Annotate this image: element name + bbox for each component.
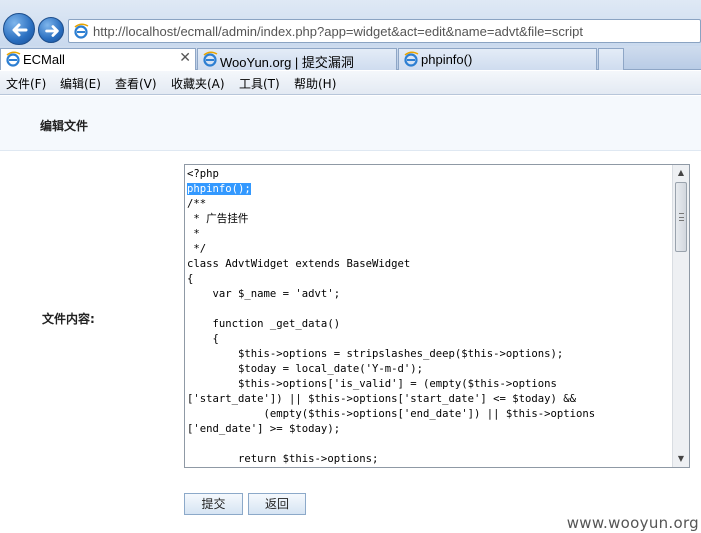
code-line: var $_name = 'advt'; <box>187 287 673 302</box>
code-text-segment: { <box>187 333 219 345</box>
tab-wooyun[interactable]: WooYun.org | 提交漏洞 <box>197 48 397 70</box>
code-text-segment: $this->options['is_valid'] = (empty($thi… <box>187 378 557 390</box>
menu-tools[interactable]: 工具(T) <box>239 75 280 92</box>
ie-page-icon <box>74 23 89 39</box>
code-line: (empty($this->options['end_date']) || $t… <box>187 407 673 422</box>
code-line: * <box>187 227 673 242</box>
code-line: $this->options['is_valid'] = (empty($thi… <box>187 377 673 392</box>
page-title: 编辑文件 <box>40 119 89 133</box>
new-tab-button[interactable] <box>598 48 624 70</box>
code-line: { <box>187 332 673 347</box>
back-button[interactable] <box>3 13 35 45</box>
back-arrow-icon <box>12 23 28 37</box>
close-icon[interactable]: ✕ <box>179 50 191 66</box>
menu-edit[interactable]: 编辑(E) <box>60 75 101 92</box>
code-line: /** <box>187 197 673 212</box>
menu-favorites[interactable]: 收藏夹(A) <box>171 75 225 92</box>
code-line: $today = local_date('Y-m-d'); <box>187 362 673 377</box>
ie-page-icon <box>6 51 21 67</box>
code-text-segment: var $_name = 'advt'; <box>187 288 341 300</box>
code-line: return $this->options; <box>187 452 673 465</box>
menu-bar: 文件(F) 编辑(E) 查看(V) 收藏夹(A) 工具(T) 帮助(H) <box>0 71 701 95</box>
tab-label: ECMall <box>23 52 65 67</box>
code-line: * 广告挂件 <box>187 212 673 227</box>
code-line: ['end_date'] >= $today); <box>187 422 673 437</box>
submit-button[interactable]: 提交 <box>184 493 243 515</box>
tab-ecmall[interactable]: ECMall ✕ <box>0 48 196 70</box>
tab-phpinfo[interactable]: phpinfo() <box>398 48 597 70</box>
ie-page-icon <box>404 51 419 67</box>
scroll-up-icon[interactable]: ▲ <box>673 165 689 181</box>
file-content-textarea[interactable]: <?php phpinfo(); /** * 广告挂件 * */ class Advt… <box>184 164 690 468</box>
address-url[interactable]: http://localhost/ecmall/admin/index.php?… <box>93 24 583 39</box>
tab-label: phpinfo() <box>421 52 473 67</box>
watermark: www.wooyun.org <box>566 514 699 532</box>
navigation-bar: http://localhost/ecmall/admin/index.php?… <box>0 0 701 46</box>
code-text-segment: <?php <box>187 168 219 180</box>
code-text-segment: $this->options = stripslashes_deep($this… <box>187 348 564 360</box>
tab-bar: ECMall ✕ WooYun.org | 提交漏洞 phpinfo() <box>0 46 701 70</box>
code-line: { <box>187 272 673 287</box>
back-button-form[interactable]: 返回 <box>248 493 306 515</box>
code-text-segment: * 广告挂件 <box>187 213 249 225</box>
code-text-segment: class AdvtWidget extends BaseWidget <box>187 258 411 270</box>
ie-page-icon <box>203 51 218 67</box>
menu-help[interactable]: 帮助(H) <box>294 75 336 92</box>
code-line: function _get_data() <box>187 317 673 332</box>
code-line: phpinfo(); <box>187 182 673 197</box>
tab-label: WooYun.org | 提交漏洞 <box>220 55 354 70</box>
edit-form: 文件内容: <?php phpinfo(); /** * 广告挂件 * */ clas… <box>0 152 701 533</box>
code-text-segment: */ <box>187 243 207 255</box>
code-line: */ <box>187 242 673 257</box>
code-text-segment: { <box>187 273 194 285</box>
code-text-segment: ['start_date']) || $this->options['start… <box>187 393 577 405</box>
code-text-segment: /** <box>187 198 207 210</box>
scroll-down-icon[interactable]: ▼ <box>673 451 689 467</box>
scrollbar[interactable]: ▲ ▼ <box>672 165 689 467</box>
selected-text: phpinfo(); <box>187 183 251 195</box>
page-header: 编辑文件 <box>0 96 701 151</box>
code-text-segment: ['end_date'] >= $today); <box>187 423 341 435</box>
code-text-segment: function _get_data() <box>187 318 341 330</box>
code-line: ['start_date']) || $this->options['start… <box>187 392 673 407</box>
forward-button[interactable] <box>38 17 64 43</box>
scroll-thumb[interactable] <box>675 182 687 252</box>
code-text[interactable]: <?php phpinfo(); /** * 广告挂件 * */ class Advt… <box>187 167 673 465</box>
browser-chrome: http://localhost/ecmall/admin/index.php?… <box>0 0 701 96</box>
forward-arrow-icon <box>45 25 59 37</box>
code-text-segment: (empty($this->options['end_date']) || $t… <box>187 408 596 420</box>
code-line: $this->options = stripslashes_deep($this… <box>187 347 673 362</box>
menu-view[interactable]: 查看(V) <box>115 75 157 92</box>
code-text-segment: return $this->options; <box>187 453 379 465</box>
code-line: <?php <box>187 167 673 182</box>
code-line: class AdvtWidget extends BaseWidget <box>187 257 673 272</box>
grip-icon <box>679 213 684 221</box>
code-text-segment: * <box>187 228 200 240</box>
address-bar[interactable]: http://localhost/ecmall/admin/index.php?… <box>68 19 701 43</box>
menu-file[interactable]: 文件(F) <box>6 75 46 92</box>
code-text-segment: $today = local_date('Y-m-d'); <box>187 363 423 375</box>
file-content-label: 文件内容: <box>42 312 95 326</box>
